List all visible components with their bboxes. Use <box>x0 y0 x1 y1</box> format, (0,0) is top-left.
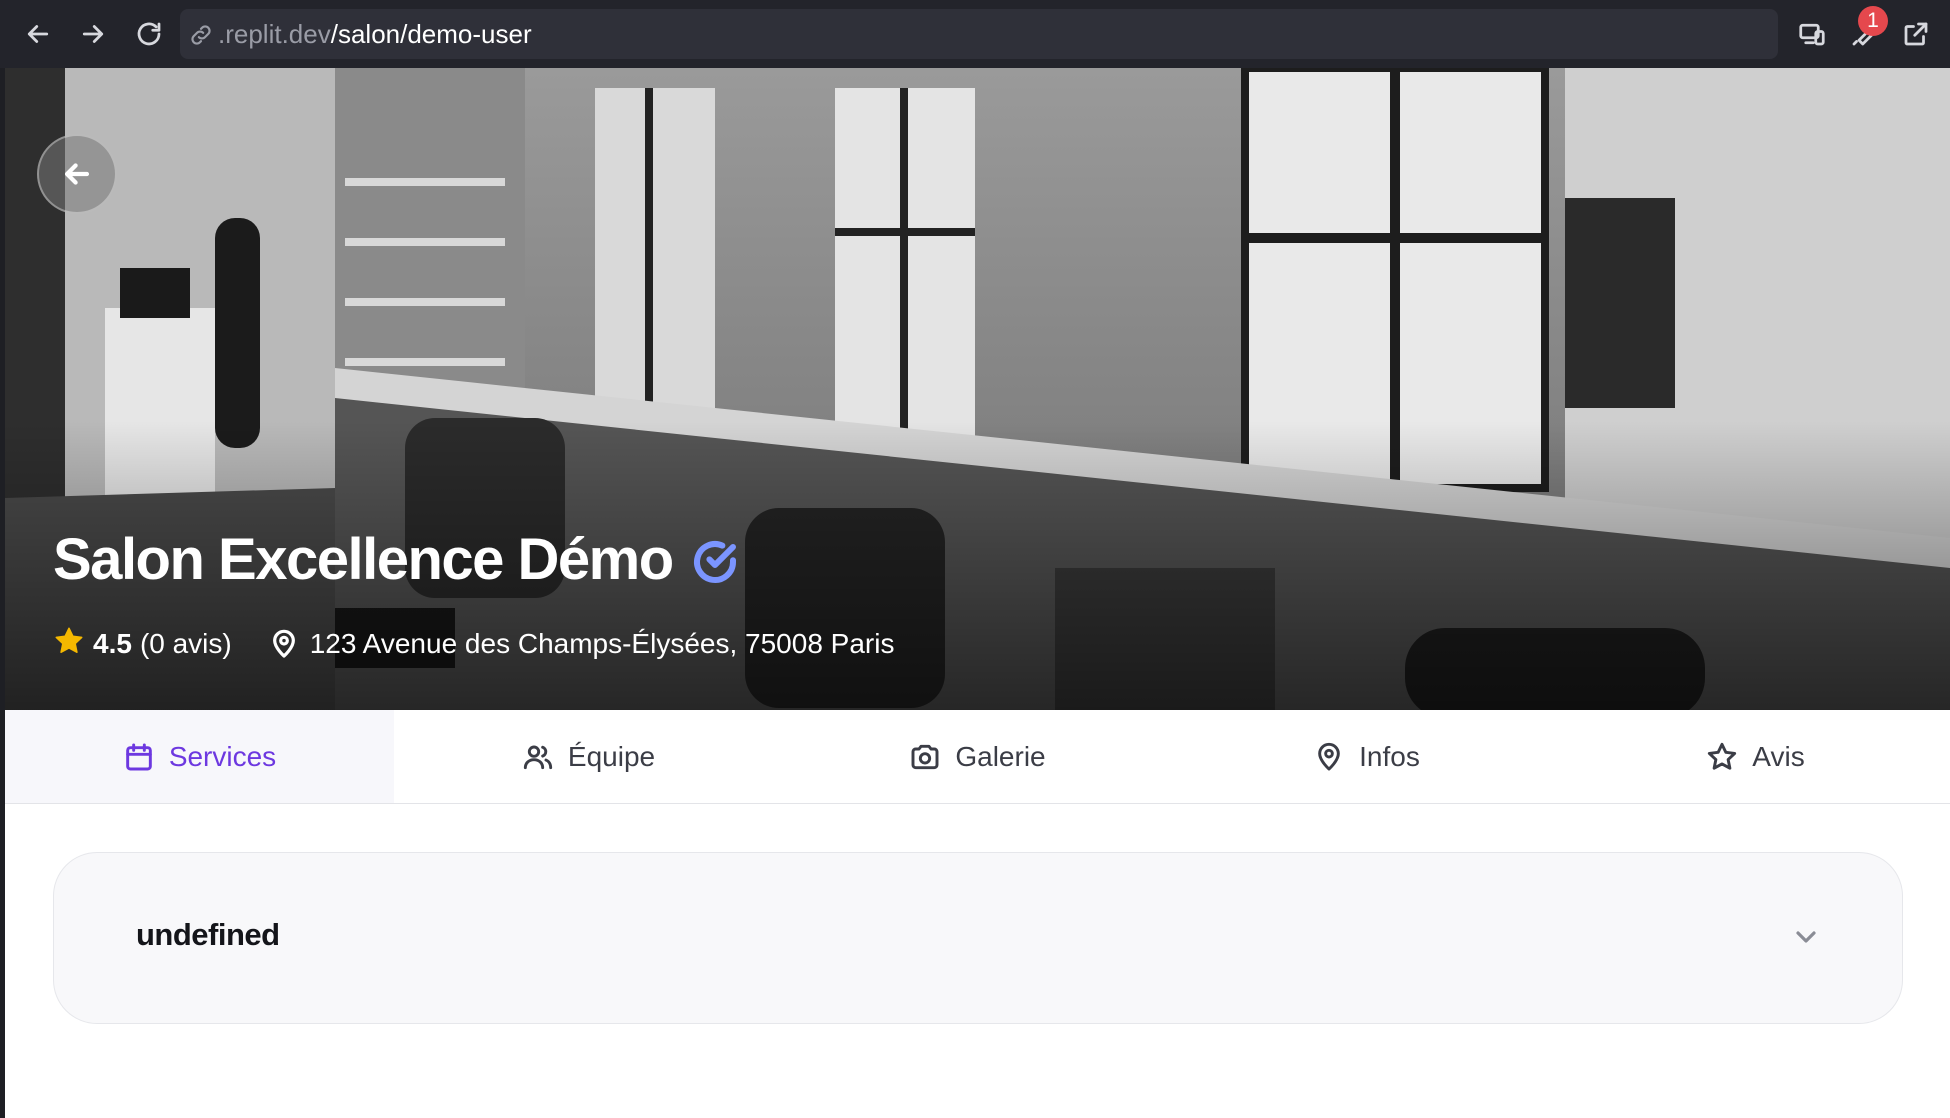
link-icon <box>188 22 214 48</box>
review-count: (0 avis) <box>139 628 232 659</box>
star-icon <box>1708 742 1737 770</box>
forward-arrow-icon[interactable] <box>73 14 113 54</box>
tab-galerie[interactable]: Galerie <box>783 710 1172 803</box>
tab-avis-label: Avis <box>1752 740 1805 772</box>
tab-infos-label: Infos <box>1359 740 1420 772</box>
salon-address: 123 Avenue des Champs-Élysées, 75008 Par… <box>309 628 895 659</box>
devices-icon[interactable] <box>1792 14 1832 54</box>
notification-badge: 1 <box>1858 6 1888 36</box>
service-category-accordion[interactable]: undefined <box>53 852 1903 1024</box>
verified-check-icon <box>691 538 739 586</box>
reload-icon[interactable] <box>129 14 169 54</box>
tab-equipe-label: Équipe <box>567 740 656 772</box>
tab-services[interactable]: Services <box>5 710 394 803</box>
browser-toolbar: .replit.dev/salon/demo-user 1 <box>0 0 1950 68</box>
tab-galerie-label: Galerie <box>955 740 1046 772</box>
salon-name: Salon Excellence Démo <box>53 527 674 592</box>
salon-meta: 4.5 (0 avis) 123 Avenue des Champs-Élysé… <box>53 624 894 664</box>
url-text: .replit.dev/salon/demo-user <box>218 20 532 48</box>
accordion-title: undefined <box>136 917 280 952</box>
back-button[interactable] <box>37 134 117 214</box>
back-arrow-icon[interactable] <box>18 14 58 54</box>
map-pin-icon <box>1318 742 1340 770</box>
chevron-down-icon[interactable] <box>1790 921 1822 953</box>
address-bar[interactable]: .replit.dev/salon/demo-user <box>180 9 1778 59</box>
tab-equipe[interactable]: Équipe <box>394 710 783 803</box>
open-external-icon[interactable] <box>1896 14 1936 54</box>
arrow-left-icon <box>64 163 90 185</box>
salon-tabs: Services Équipe Galerie Infos Avis <box>5 710 1950 804</box>
star-rating-icon <box>53 625 93 664</box>
tab-avis[interactable]: Avis <box>1561 710 1950 803</box>
map-pin-icon <box>268 628 300 660</box>
tab-infos[interactable]: Infos <box>1172 710 1561 803</box>
calendar-icon <box>126 743 152 770</box>
rating-value: 4.5 <box>93 628 132 659</box>
salon-interior-photo <box>5 68 1950 710</box>
tab-services-label: Services <box>168 740 277 772</box>
salon-page: Salon Excellence Démo 4.5 (0 avis) 123 A… <box>5 68 1950 1118</box>
users-icon <box>523 745 553 769</box>
url-host: .replit.dev <box>218 19 331 49</box>
url-path: /salon/demo-user <box>330 19 532 49</box>
camera-icon <box>911 744 939 769</box>
hero-banner: Salon Excellence Démo 4.5 (0 avis) 123 A… <box>5 68 1950 710</box>
